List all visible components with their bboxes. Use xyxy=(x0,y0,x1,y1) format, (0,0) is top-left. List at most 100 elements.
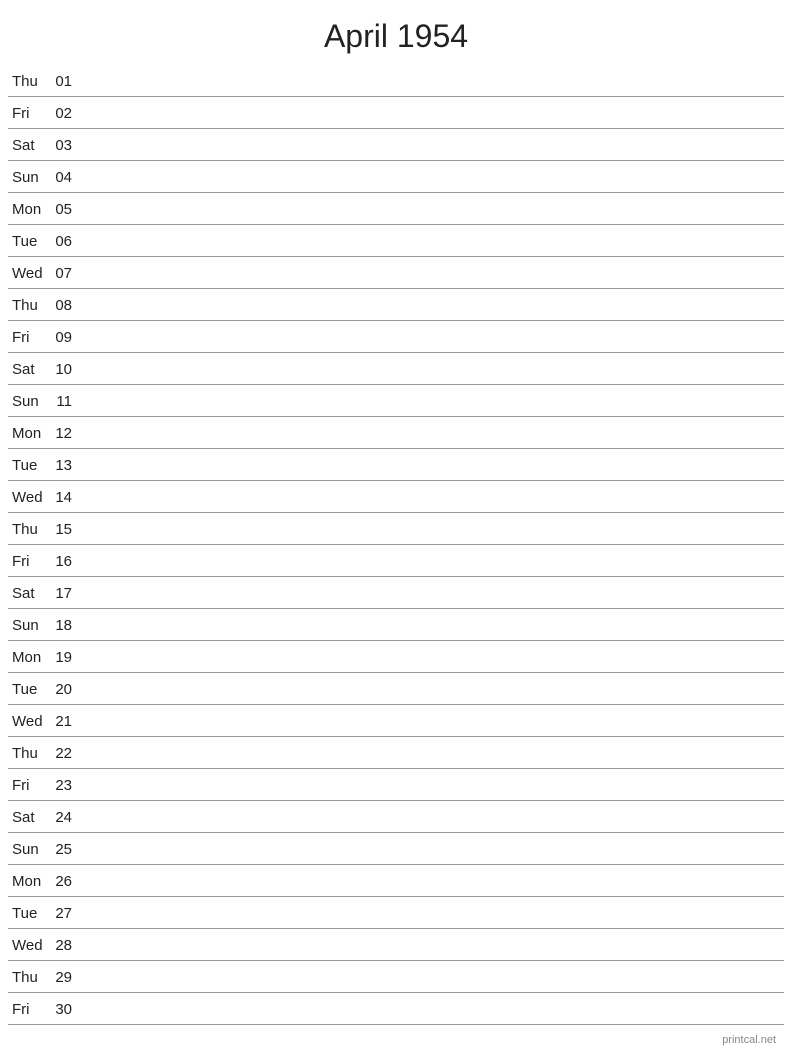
calendar-row: Mon12 xyxy=(8,417,784,449)
day-number: 05 xyxy=(52,201,80,218)
day-name: Mon xyxy=(8,425,52,442)
day-number: 14 xyxy=(52,489,80,506)
day-name: Wed xyxy=(8,713,52,730)
calendar-row: Tue13 xyxy=(8,449,784,481)
day-number: 29 xyxy=(52,969,80,986)
calendar-row: Sun25 xyxy=(8,833,784,865)
day-line xyxy=(80,433,784,434)
day-line xyxy=(80,977,784,978)
calendar-row: Fri23 xyxy=(8,769,784,801)
day-number: 16 xyxy=(52,553,80,570)
day-name: Mon xyxy=(8,873,52,890)
day-number: 22 xyxy=(52,745,80,762)
day-name: Wed xyxy=(8,937,52,954)
calendar-row: Fri02 xyxy=(8,97,784,129)
calendar-row: Thu22 xyxy=(8,737,784,769)
calendar-row: Thu08 xyxy=(8,289,784,321)
day-number: 10 xyxy=(52,361,80,378)
day-name: Fri xyxy=(8,105,52,122)
day-line xyxy=(80,913,784,914)
day-name: Sun xyxy=(8,393,52,410)
day-line xyxy=(80,113,784,114)
day-number: 25 xyxy=(52,841,80,858)
day-line xyxy=(80,241,784,242)
day-number: 07 xyxy=(52,265,80,282)
day-name: Mon xyxy=(8,201,52,218)
calendar-row: Fri16 xyxy=(8,545,784,577)
day-number: 19 xyxy=(52,649,80,666)
day-number: 09 xyxy=(52,329,80,346)
day-name: Thu xyxy=(8,73,52,90)
calendar-row: Mon05 xyxy=(8,193,784,225)
calendar-row: Wed21 xyxy=(8,705,784,737)
calendar-row: Mon19 xyxy=(8,641,784,673)
day-line xyxy=(80,177,784,178)
day-line xyxy=(80,209,784,210)
day-number: 21 xyxy=(52,713,80,730)
day-line xyxy=(80,721,784,722)
calendar-row: Fri30 xyxy=(8,993,784,1025)
day-number: 27 xyxy=(52,905,80,922)
calendar-row: Tue27 xyxy=(8,897,784,929)
day-line xyxy=(80,273,784,274)
day-number: 15 xyxy=(52,521,80,538)
calendar-row: Sun11 xyxy=(8,385,784,417)
day-line xyxy=(80,337,784,338)
day-line xyxy=(80,785,784,786)
day-number: 06 xyxy=(52,233,80,250)
day-line xyxy=(80,81,784,82)
day-name: Tue xyxy=(8,681,52,698)
day-line xyxy=(80,369,784,370)
day-name: Tue xyxy=(8,905,52,922)
calendar-row: Sat03 xyxy=(8,129,784,161)
day-number: 17 xyxy=(52,585,80,602)
day-name: Wed xyxy=(8,489,52,506)
day-line xyxy=(80,561,784,562)
calendar-row: Wed07 xyxy=(8,257,784,289)
day-line xyxy=(80,881,784,882)
day-number: 03 xyxy=(52,137,80,154)
day-number: 18 xyxy=(52,617,80,634)
day-line xyxy=(80,1009,784,1010)
day-name: Fri xyxy=(8,1001,52,1018)
day-number: 13 xyxy=(52,457,80,474)
calendar-row: Mon26 xyxy=(8,865,784,897)
day-line xyxy=(80,625,784,626)
calendar-row: Wed28 xyxy=(8,929,784,961)
day-name: Tue xyxy=(8,233,52,250)
day-line xyxy=(80,945,784,946)
day-number: 24 xyxy=(52,809,80,826)
calendar-row: Wed14 xyxy=(8,481,784,513)
page-title: April 1954 xyxy=(0,0,792,65)
day-name: Sun xyxy=(8,841,52,858)
day-name: Sat xyxy=(8,809,52,826)
day-number: 28 xyxy=(52,937,80,954)
day-name: Mon xyxy=(8,649,52,666)
day-line xyxy=(80,465,784,466)
day-line xyxy=(80,689,784,690)
calendar-row: Fri09 xyxy=(8,321,784,353)
footer-credit: printcal.net xyxy=(722,1034,776,1046)
calendar-row: Thu01 xyxy=(8,65,784,97)
calendar-row: Sun18 xyxy=(8,609,784,641)
day-number: 30 xyxy=(52,1001,80,1018)
day-line xyxy=(80,529,784,530)
calendar-row: Sat24 xyxy=(8,801,784,833)
calendar-row: Sat10 xyxy=(8,353,784,385)
day-line xyxy=(80,657,784,658)
day-name: Thu xyxy=(8,969,52,986)
day-number: 12 xyxy=(52,425,80,442)
day-line xyxy=(80,145,784,146)
day-line xyxy=(80,401,784,402)
day-name: Fri xyxy=(8,329,52,346)
day-line xyxy=(80,817,784,818)
day-line xyxy=(80,849,784,850)
day-number: 11 xyxy=(52,393,80,410)
day-number: 01 xyxy=(52,73,80,90)
day-line xyxy=(80,305,784,306)
day-name: Fri xyxy=(8,777,52,794)
day-number: 23 xyxy=(52,777,80,794)
calendar-row: Thu15 xyxy=(8,513,784,545)
day-number: 20 xyxy=(52,681,80,698)
calendar-row: Thu29 xyxy=(8,961,784,993)
